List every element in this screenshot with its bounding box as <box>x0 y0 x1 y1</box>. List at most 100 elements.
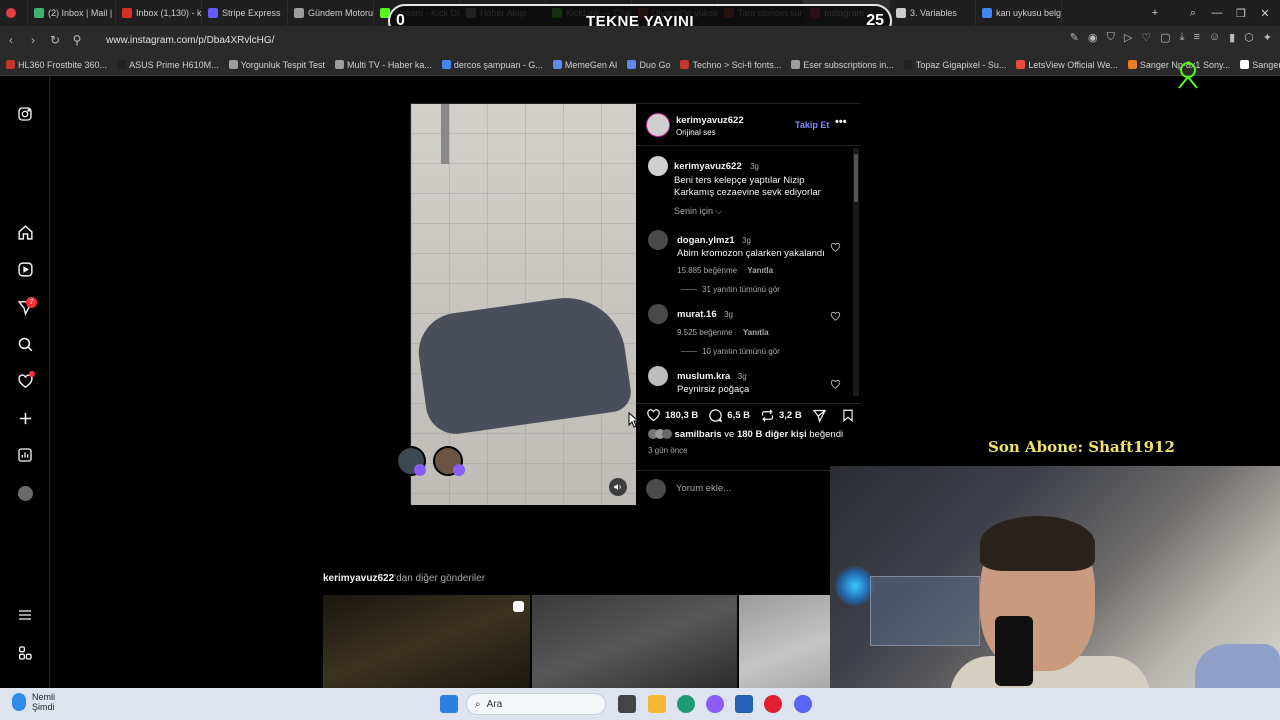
task-view-icon[interactable] <box>618 695 636 713</box>
heart-icon[interactable]: ♡ <box>1141 31 1151 44</box>
comment-username[interactable]: murat.16 <box>677 309 717 320</box>
bookmark-item[interactable]: MemeGen AI <box>552 60 617 70</box>
caption-username[interactable]: kerimyavuz622 <box>674 161 742 172</box>
ai-icon[interactable]: ✦ <box>1263 31 1272 44</box>
menu-icon[interactable]: ≡ <box>1193 31 1199 44</box>
opera-icon[interactable] <box>764 695 782 713</box>
create-plus-icon[interactable] <box>13 406 37 430</box>
taskbar-search[interactable]: ⌕ Ara <box>466 693 606 715</box>
liked-by-user[interactable]: samilbaris <box>675 429 722 440</box>
new-tab-button[interactable]: + <box>1142 0 1168 26</box>
browser-tab[interactable]: (2) Inbox | Mail | SC <box>28 0 116 26</box>
store-icon[interactable] <box>735 695 753 713</box>
comment-like-heart-icon[interactable] <box>830 379 841 390</box>
copilot-icon[interactable] <box>706 695 724 713</box>
site-info-icon[interactable]: ⚲ <box>66 33 88 47</box>
profile-icon[interactable]: ☺ <box>1209 31 1220 44</box>
edge-icon[interactable] <box>677 695 695 713</box>
more-options-icon[interactable]: ••• <box>835 116 847 128</box>
more-post-thumbnail[interactable] <box>532 595 737 688</box>
maximize-button[interactable]: ❐ <box>1228 0 1254 26</box>
cube-icon[interactable]: ⬡ <box>1244 31 1254 44</box>
edit-icon[interactable]: ✎ <box>1070 31 1079 44</box>
browser-tab[interactable]: 3. Variables <box>890 0 976 26</box>
bookmark-item[interactable]: Sanger NP-F... <box>1240 60 1280 70</box>
bookmark-item[interactable]: Eser subscriptions in... <box>791 60 894 70</box>
more-post-thumbnail[interactable] <box>739 595 830 688</box>
shield-icon[interactable]: ⛉ <box>1107 31 1115 44</box>
share-button[interactable] <box>812 408 827 423</box>
download-icon[interactable]: ⤓ <box>1180 31 1185 44</box>
comment-likes[interactable]: 15.885 beğenme <box>677 266 737 275</box>
forward-icon[interactable]: › <box>22 33 44 47</box>
comment-input[interactable]: Yorum ekle... <box>676 483 731 494</box>
more-posts-user[interactable]: kerimyavuz622 <box>323 573 394 584</box>
author-username[interactable]: kerimyavuz622 <box>676 115 744 126</box>
bookmark-item[interactable]: Techno > Sci-fi fonts... <box>680 60 781 70</box>
comment-like-heart-icon[interactable] <box>830 242 841 253</box>
back-icon[interactable]: ‹ <box>0 33 22 47</box>
comment-username[interactable]: dogan.ylmz1 <box>677 235 735 246</box>
browser-tab[interactable]: Inbox (1,130) - kick <box>116 0 202 26</box>
follow-button[interactable]: Takip Et <box>795 120 829 130</box>
more-menu-icon[interactable] <box>13 603 37 627</box>
bookmark-item[interactable]: dercos şampuan - G... <box>441 60 543 70</box>
windows-start-icon[interactable] <box>440 695 458 713</box>
box-icon[interactable]: ▢ <box>1160 31 1170 44</box>
audio-label[interactable]: Orijinal ses <box>676 128 716 137</box>
comment-filter-dropdown[interactable]: Senin için ⌵ <box>674 206 722 217</box>
instagram-logo-icon[interactable] <box>13 102 37 126</box>
dashboard-icon[interactable] <box>13 443 37 467</box>
minimize-button[interactable]: — <box>1204 0 1230 26</box>
bookmark-item[interactable]: Multi TV - Haber ka... <box>335 60 432 70</box>
mute-button[interactable] <box>609 478 627 496</box>
url-field[interactable]: www.instagram.com/p/Dba4XRvlcHG/ <box>106 35 274 46</box>
comment-like-heart-icon[interactable] <box>830 311 841 322</box>
play-icon[interactable]: ▷ <box>1124 31 1132 44</box>
browser-tab[interactable]: Stripe Express <box>202 0 288 26</box>
bookmark-item[interactable]: ASUS Prime H610M... <box>117 60 219 70</box>
browser-tab[interactable]: Gündem Motoru <box>288 0 374 26</box>
bookmark-item[interactable]: Yorgunluk Tespit Test <box>228 60 325 70</box>
browser-menu-button[interactable] <box>0 0 28 26</box>
comment-button[interactable]: 6,5 B <box>708 408 750 423</box>
close-window-button[interactable]: ✕ <box>1252 0 1278 26</box>
profile-avatar[interactable] <box>13 481 37 505</box>
extension-icon[interactable]: ▮ <box>1229 31 1235 44</box>
camera-icon[interactable]: ◉ <box>1088 31 1098 44</box>
more-post-thumbnail[interactable] <box>323 595 530 688</box>
notifications-heart-icon[interactable] <box>13 369 37 393</box>
comment-likes[interactable]: 9.525 beğenme <box>677 328 733 337</box>
bookmark-item[interactable]: Duo Go <box>627 60 670 70</box>
home-icon[interactable] <box>13 220 37 244</box>
browser-tab[interactable]: kan uykusu belgesi <box>976 0 1062 26</box>
save-button[interactable] <box>841 408 855 423</box>
file-explorer-icon[interactable] <box>648 695 666 713</box>
comments-scrollbar[interactable] <box>853 148 859 396</box>
view-replies-button[interactable]: 10 yanıtın tümünü gör <box>681 347 837 356</box>
reels-icon[interactable] <box>13 257 37 281</box>
reload-icon[interactable]: ↻ <box>44 33 66 47</box>
search-tabs-icon[interactable]: ⌕ <box>1180 0 1206 26</box>
view-replies-button[interactable]: 31 yanıtın tümünü gör <box>681 285 837 294</box>
like-button[interactable]: 180,3 B <box>646 408 698 423</box>
also-from-meta-icon[interactable] <box>13 641 37 665</box>
discord-icon[interactable] <box>794 695 812 713</box>
comment-avatar[interactable] <box>648 304 668 324</box>
comment-username[interactable]: muslum.kra <box>677 371 730 382</box>
author-avatar[interactable] <box>646 113 670 137</box>
comment-avatar[interactable] <box>648 230 668 250</box>
messages-icon[interactable]: 7 <box>13 295 37 319</box>
scrollbar-thumb[interactable] <box>854 154 858 202</box>
comment-avatar[interactable] <box>648 366 668 386</box>
liked-by-count[interactable]: 180 B diğer kişi <box>737 429 807 440</box>
reply-button[interactable]: Yanıtla <box>747 266 773 275</box>
reply-button[interactable]: Yanıtla <box>743 328 769 337</box>
weather-widget[interactable]: Nemli Şimdi <box>12 692 55 712</box>
caption-avatar[interactable] <box>648 156 668 176</box>
bookmark-item[interactable]: LetsView Official We... <box>1016 60 1118 70</box>
search-icon[interactable] <box>13 332 37 356</box>
bookmark-item[interactable]: HL360 Frostbite 360... <box>6 60 107 70</box>
repost-button[interactable]: 3,2 B <box>760 408 802 423</box>
post-video[interactable] <box>411 104 636 505</box>
